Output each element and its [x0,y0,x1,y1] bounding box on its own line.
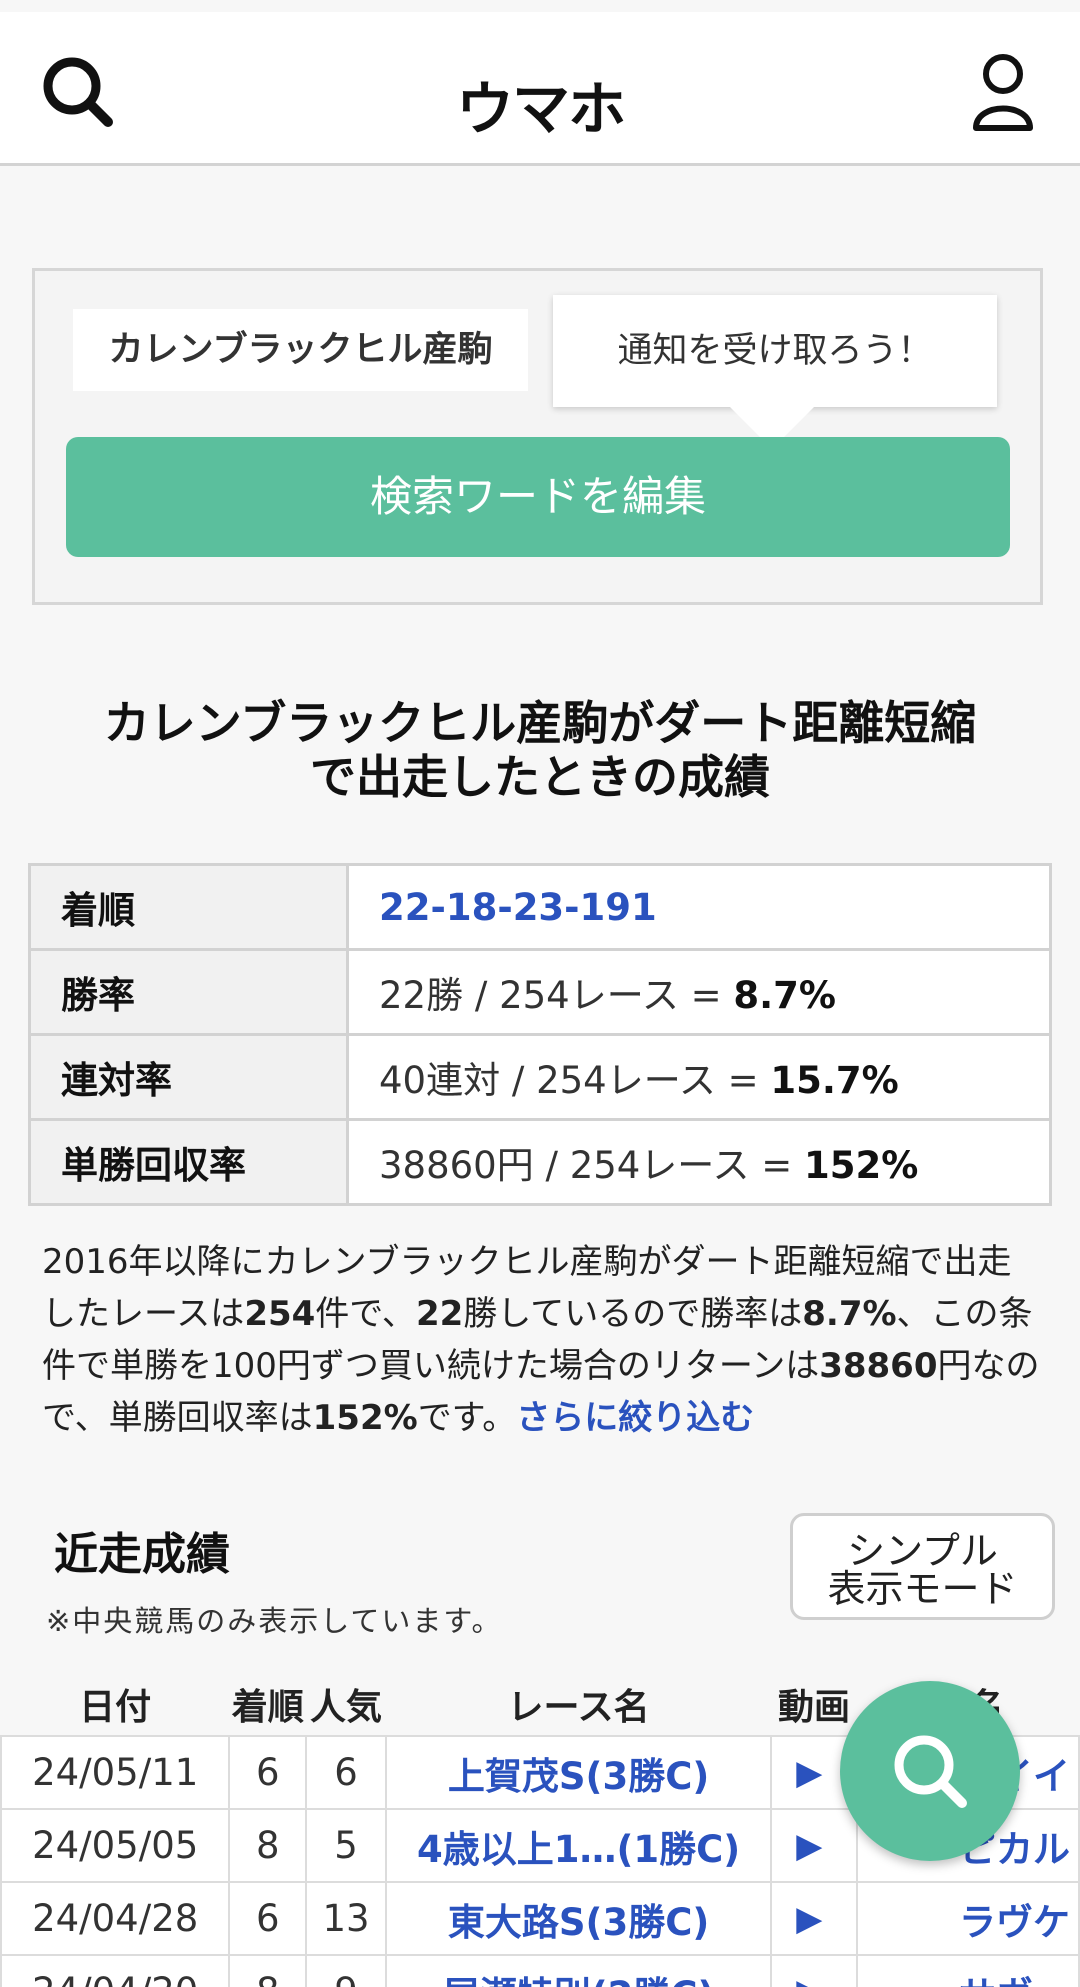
summary-text: 勝しているので勝率は [463,1294,803,1334]
stats-label: 単勝回収率 [28,1118,349,1206]
stats-value-strong: 8.7% [733,974,836,1017]
summary-wins: 22 [415,1294,464,1334]
page-title-line2: で出走したときの成績 [310,750,770,804]
recent-results-note: ※中央競馬のみ表示しています。 [46,1604,503,1638]
simple-mode-label: シンプル [847,1529,998,1573]
stats-row: 単勝回収率 38860円 / 254レース = 152% [28,1118,1052,1206]
stats-label: 連対率 [28,1033,349,1121]
user-icon[interactable] [970,52,1036,134]
refine-search-link[interactable]: さらに絞り込む [516,1398,754,1438]
simple-mode-label: 表示モード [827,1567,1018,1611]
horse-name-link[interactable]: サヴェ [855,1954,1080,1987]
stats-row: 着順 22-18-23-191 [28,863,1052,951]
stats-value-text: 40連対 / 254レース = [379,1059,771,1102]
column-header[interactable]: 着順 [229,1672,306,1736]
stats-value-strong: 15.7% [770,1059,899,1102]
site-logo[interactable]: ウマホ [0,62,1080,146]
race-name-link[interactable]: 東大路S(3勝C) [384,1881,773,1956]
column-header[interactable]: 日付 [1,1672,229,1736]
finish-rank: 8 [228,1954,308,1987]
app-header: ウマホ [0,12,1080,166]
race-date: 24/04/28 [0,1881,231,1956]
popularity: 6 [305,1735,387,1810]
page-title-line1: カレンブラックヒル産駒がダート距離短縮 [103,696,977,750]
race-name-link[interactable]: 上賀茂S(3勝C) [384,1735,773,1810]
column-header[interactable]: 人気 [306,1672,386,1736]
play-video-icon[interactable]: ▶ [770,1808,858,1883]
horse-name-link[interactable]: ラヴケ [855,1881,1080,1956]
summary-text: です。 [417,1398,517,1438]
summary-races: 254 [244,1294,316,1334]
stats-value-strong: 152% [804,1144,919,1187]
finish-rank: 8 [228,1808,308,1883]
summary-text: 件で、 [315,1294,416,1334]
stats-value: 40連対 / 254レース = 15.7% [346,1033,1052,1121]
table-row: 24/04/20 8 9 尾瀬特別(2勝C) ▶ サヴェ [0,1954,1080,1987]
simple-mode-button[interactable]: シンプル 表示モード [790,1513,1055,1620]
stats-label: 着順 [28,863,349,951]
play-video-icon[interactable]: ▶ [770,1881,858,1956]
popularity: 13 [305,1881,387,1956]
stats-label: 勝率 [28,948,349,1036]
table-row: 24/04/28 6 13 東大路S(3勝C) ▶ ラヴケ [0,1881,1080,1956]
notification-tooltip[interactable]: 通知を受け取ろう！ [553,295,997,449]
summary-paragraph: 2016年以降にカレンブラックヒル産駒がダート距離短縮で出走したレースは254件… [42,1236,1042,1444]
popularity: 9 [305,1954,387,1987]
stats-value-text: 22勝 / 254レース = [379,974,734,1017]
play-video-icon[interactable]: ▶ [770,1954,858,1987]
summary-return: 38860 [819,1346,938,1386]
stats-value-text: 38860円 / 254レース = [379,1144,804,1187]
race-name-link[interactable]: 尾瀬特別(2勝C) [384,1954,773,1987]
race-date: 24/04/20 [0,1954,231,1987]
race-name-link[interactable]: 4歳以上1…(1勝C) [384,1808,773,1883]
stats-value: 38860円 / 254レース = 152% [346,1118,1052,1206]
floating-search-button[interactable] [840,1681,1020,1861]
summary-roi: 152% [312,1398,418,1438]
race-date: 24/05/05 [0,1808,231,1883]
stats-table: 着順 22-18-23-191 勝率 22勝 / 254レース = 8.7% 連… [28,863,1052,1206]
column-header[interactable]: 動画 [771,1672,856,1736]
stats-value: 22-18-23-191 [346,863,1052,951]
search-word-tag: カレンブラックヒル産駒 [73,309,528,391]
search-word-panel: カレンブラックヒル産駒 通知を受け取ろう！ 検索ワードを編集 [32,268,1043,605]
page-title: カレンブラックヒル産駒がダート距離短縮 で出走したときの成績 [40,696,1040,804]
stats-row: 勝率 22勝 / 254レース = 8.7% [28,948,1052,1036]
finish-rank: 6 [228,1735,308,1810]
column-header[interactable]: レース名 [386,1672,771,1736]
finish-rank: 6 [228,1881,308,1956]
finish-record-link[interactable]: 22-18-23-191 [379,886,657,929]
summary-win-rate: 8.7% [802,1294,897,1334]
stats-row: 連対率 40連対 / 254レース = 15.7% [28,1033,1052,1121]
stats-value: 22勝 / 254レース = 8.7% [346,948,1052,1036]
edit-search-word-button[interactable]: 検索ワードを編集 [66,437,1010,557]
popularity: 5 [305,1808,387,1883]
search-icon [894,1735,967,1808]
recent-results-heading: 近走成績 [54,1529,230,1580]
race-date: 24/05/11 [0,1735,231,1810]
